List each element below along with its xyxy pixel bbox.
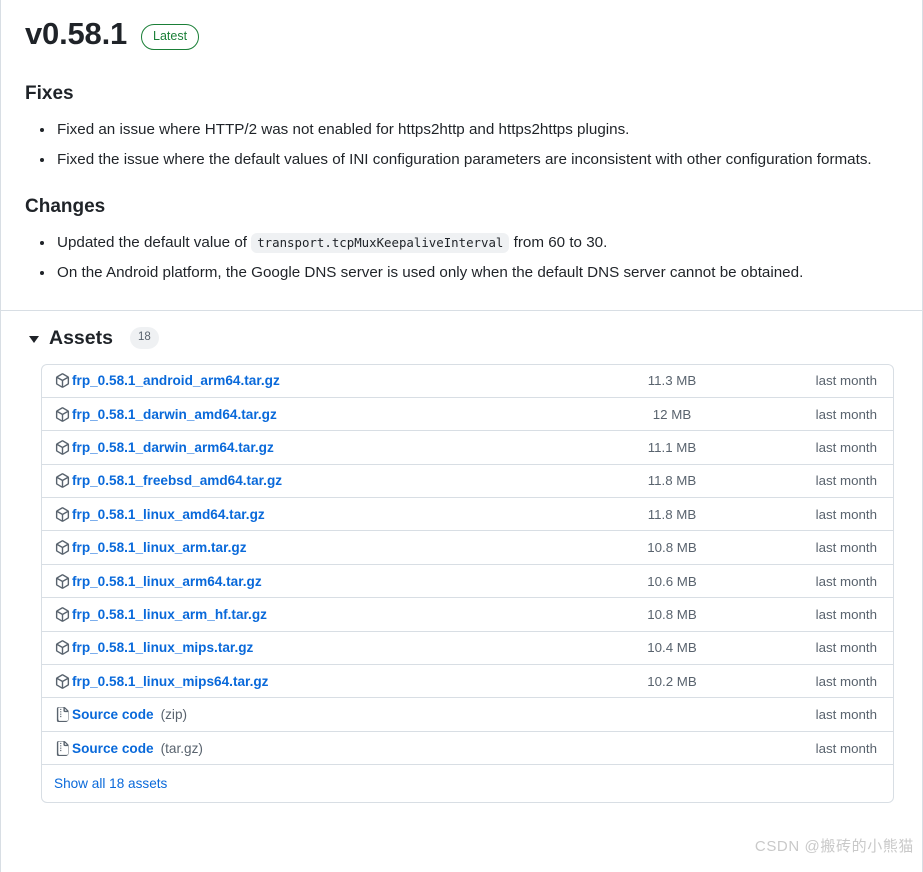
assets-header[interactable]: Assets 18 bbox=[29, 327, 898, 350]
asset-size: 10.8 MB bbox=[647, 540, 697, 556]
file-zip-icon bbox=[54, 707, 70, 723]
asset-format-suffix: (zip) bbox=[160, 707, 188, 723]
asset-size: 11.8 MB bbox=[647, 506, 697, 522]
asset-name-cell: Source code (zip) bbox=[54, 707, 597, 723]
list-item: On the Android platform, the Google DNS … bbox=[55, 261, 898, 286]
section-heading-fixes: Fixes bbox=[25, 82, 74, 104]
table-row[interactable]: frp_0.58.1_linux_mips64.tar.gz 10.2 MB las… bbox=[42, 665, 893, 699]
list-item-text-after: from 60 to 30. bbox=[509, 234, 608, 252]
asset-size: 11.3 MB bbox=[647, 373, 697, 389]
show-all-assets-row[interactable]: Show all 18 assets bbox=[42, 765, 893, 802]
asset-download-link[interactable]: frp_0.58.1_linux_arm.tar.gz bbox=[72, 540, 247, 555]
assets-count-badge: 18 bbox=[129, 327, 159, 349]
asset-date: last month bbox=[815, 473, 877, 489]
asset-date: last month bbox=[815, 640, 877, 656]
table-row[interactable]: frp_0.58.1_linux_arm64.tar.gz 10.6 MB last… bbox=[42, 565, 893, 599]
inline-code-snippet: transport.tcpMuxKeepaliveInterval bbox=[251, 233, 510, 254]
package-icon bbox=[54, 606, 70, 622]
release-version-title: v0.58.1 bbox=[25, 16, 128, 51]
asset-download-link[interactable]: Source code bbox=[72, 707, 154, 722]
table-row[interactable]: frp_0.58.1_linux_arm.tar.gz 10.8 MB last m… bbox=[42, 531, 893, 565]
asset-date: last month bbox=[815, 540, 877, 556]
asset-format-suffix: (tar.gz) bbox=[160, 740, 203, 756]
asset-name-cell: frp_0.58.1_darwin_amd64.tar.gz bbox=[54, 406, 597, 422]
file-zip-icon bbox=[54, 740, 70, 756]
asset-download-link[interactable]: frp_0.58.1_linux_mips.tar.gz bbox=[72, 640, 253, 655]
release-notes-body: Fixes Fixed an issue where HTTP/2 was no… bbox=[1, 82, 922, 286]
table-row[interactable]: Source code (tar.gz) last month bbox=[42, 732, 893, 766]
asset-date: last month bbox=[815, 373, 877, 389]
asset-download-link[interactable]: frp_0.58.1_darwin_amd64.tar.gz bbox=[72, 407, 277, 422]
asset-date: last month bbox=[815, 606, 877, 622]
package-icon bbox=[54, 439, 70, 455]
package-icon bbox=[54, 540, 70, 556]
section-heading-changes: Changes bbox=[25, 195, 106, 217]
table-row[interactable]: Source code (zip) last month bbox=[42, 698, 893, 732]
chevron-down-icon[interactable] bbox=[29, 336, 39, 344]
asset-download-link[interactable]: frp_0.58.1_android_arm64.tar.gz bbox=[72, 373, 280, 388]
asset-download-link[interactable]: frp_0.58.1_freebsd_amd64.tar.gz bbox=[72, 473, 282, 488]
asset-size: 11.8 MB bbox=[647, 473, 697, 489]
asset-date: last month bbox=[815, 506, 877, 522]
release-header: v0.58.1 Latest bbox=[1, 0, 922, 52]
asset-name-cell: frp_0.58.1_darwin_arm64.tar.gz bbox=[54, 439, 597, 455]
asset-date: last month bbox=[815, 707, 877, 723]
package-icon bbox=[54, 673, 70, 689]
asset-size: 10.4 MB bbox=[647, 640, 697, 656]
asset-name-cell: frp_0.58.1_linux_arm.tar.gz bbox=[54, 540, 597, 556]
asset-size: 10.2 MB bbox=[647, 673, 697, 689]
assets-title: Assets bbox=[49, 326, 113, 349]
table-row[interactable]: frp_0.58.1_linux_amd64.tar.gz 11.8 MB last… bbox=[42, 498, 893, 532]
asset-date: last month bbox=[815, 439, 877, 455]
table-row[interactable]: frp_0.58.1_linux_arm_hf.tar.gz 10.8 MB las… bbox=[42, 598, 893, 632]
asset-name-cell: frp_0.58.1_linux_arm_hf.tar.gz bbox=[54, 606, 597, 622]
asset-size: 10.8 MB bbox=[647, 606, 697, 622]
asset-download-link[interactable]: frp_0.58.1_darwin_arm64.tar.gz bbox=[72, 440, 274, 455]
list-item: Updated the default value of transport.t… bbox=[55, 231, 898, 256]
asset-download-link[interactable]: frp_0.58.1_linux_arm_hf.tar.gz bbox=[72, 607, 267, 622]
asset-name-cell: frp_0.58.1_linux_mips64.tar.gz bbox=[54, 673, 597, 689]
asset-download-link[interactable]: frp_0.58.1_linux_arm64.tar.gz bbox=[72, 574, 262, 589]
asset-download-link[interactable]: frp_0.58.1_linux_mips64.tar.gz bbox=[72, 674, 268, 689]
table-row[interactable]: frp_0.58.1_android_arm64.tar.gz 11.3 MB la… bbox=[42, 365, 893, 398]
table-row[interactable]: frp_0.58.1_freebsd_amd64.tar.gz 11.8 MB la… bbox=[42, 465, 893, 499]
show-all-assets-link[interactable]: Show all 18 assets bbox=[54, 776, 167, 791]
asset-date: last month bbox=[815, 573, 877, 589]
asset-name-cell: frp_0.58.1_android_arm64.tar.gz bbox=[54, 373, 597, 389]
asset-size: 11.1 MB bbox=[647, 439, 697, 455]
fixes-list: Fixed an issue where HTTP/2 was not enab… bbox=[25, 118, 898, 172]
table-row[interactable]: frp_0.58.1_linux_mips.tar.gz 10.4 MB last … bbox=[42, 632, 893, 666]
package-icon bbox=[54, 506, 70, 522]
list-item-text-before: Updated the default value of bbox=[57, 234, 252, 252]
asset-name-cell: frp_0.58.1_linux_mips.tar.gz bbox=[54, 640, 597, 656]
asset-download-link[interactable]: frp_0.58.1_linux_amd64.tar.gz bbox=[72, 507, 265, 522]
assets-table: frp_0.58.1_android_arm64.tar.gz 11.3 MB la… bbox=[41, 363, 894, 804]
asset-size: 12 MB bbox=[652, 406, 692, 422]
table-row[interactable]: frp_0.58.1_darwin_arm64.tar.gz 11.1 MB las… bbox=[42, 431, 893, 465]
section-divider bbox=[1, 309, 922, 311]
list-item: Fixed the issue where the default values… bbox=[55, 148, 898, 173]
asset-size: 10.6 MB bbox=[647, 573, 697, 589]
asset-name-cell: Source code (tar.gz) bbox=[54, 740, 597, 756]
asset-date: last month bbox=[815, 673, 877, 689]
asset-date: last month bbox=[815, 406, 877, 422]
asset-name-cell: frp_0.58.1_freebsd_amd64.tar.gz bbox=[54, 473, 597, 489]
table-row[interactable]: frp_0.58.1_darwin_amd64.tar.gz 12 MB last … bbox=[42, 398, 893, 432]
package-icon bbox=[54, 573, 70, 589]
asset-name-cell: frp_0.58.1_linux_amd64.tar.gz bbox=[54, 506, 597, 522]
package-icon bbox=[54, 373, 70, 389]
changes-list: Updated the default value of transport.t… bbox=[25, 231, 898, 285]
latest-badge: Latest bbox=[141, 24, 200, 50]
release-container: v0.58.1 Latest Fixes Fixed an issue wher… bbox=[0, 0, 923, 872]
watermark: CSDN @搬砖的小熊猫 bbox=[754, 838, 914, 855]
asset-name-cell: frp_0.58.1_linux_arm64.tar.gz bbox=[54, 573, 597, 589]
asset-download-link[interactable]: Source code bbox=[72, 741, 154, 756]
list-item: Fixed an issue where HTTP/2 was not enab… bbox=[55, 118, 898, 143]
asset-date: last month bbox=[815, 740, 877, 756]
assets-section: Assets 18 frp_0.58.1_android_arm64.tar.g… bbox=[1, 327, 922, 804]
package-icon bbox=[54, 640, 70, 656]
package-icon bbox=[54, 406, 70, 422]
package-icon bbox=[54, 473, 70, 489]
